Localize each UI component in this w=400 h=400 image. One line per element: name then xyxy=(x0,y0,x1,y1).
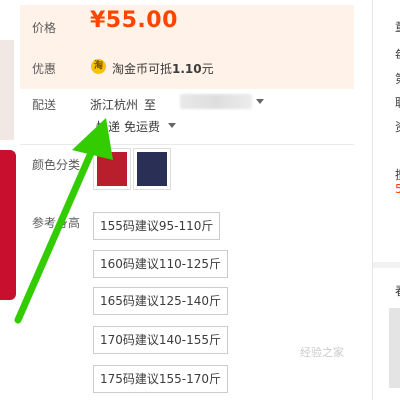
image-garment xyxy=(0,150,16,300)
panel-divider xyxy=(373,262,400,268)
divider xyxy=(20,144,354,145)
swatch-image xyxy=(97,152,127,186)
promo-suffix: 元 xyxy=(201,62,214,76)
shop-info-panel: 童 每 第 联 资 擅 5 春 xyxy=(372,0,400,400)
image-background xyxy=(0,40,14,140)
size-option[interactable]: 165码建议125-140斤 xyxy=(93,287,229,315)
shop-info-text: 第 xyxy=(395,70,400,87)
promo-prefix: 淘金币可抵 xyxy=(112,62,173,76)
shop-info-text: 擅 xyxy=(395,166,400,183)
shipping-label: 配送 xyxy=(32,98,57,112)
price-value: ¥55.00 xyxy=(90,8,178,33)
caret-down-icon[interactable] xyxy=(168,123,176,128)
color-swatch-red[interactable] xyxy=(93,148,131,190)
shop-info-text: 联 xyxy=(395,94,400,111)
product-image-edge xyxy=(0,0,18,300)
height-label: 参考身高 xyxy=(32,216,81,230)
shipping-method-select[interactable]: 快递 xyxy=(96,118,120,135)
price-label: 价格 xyxy=(32,21,57,35)
swatch-image xyxy=(137,152,167,186)
shop-info-text: 资 xyxy=(395,118,400,135)
taobao-coin-icon: 淘 xyxy=(91,59,106,74)
size-option[interactable]: 175码建议155-170斤 xyxy=(93,365,229,393)
color-label: 颜色分类 xyxy=(32,158,81,172)
size-option[interactable]: 160码建议110-125斤 xyxy=(93,250,229,278)
promo-amount: 1.10 xyxy=(172,62,202,76)
size-option[interactable]: 170码建议140-155斤 xyxy=(93,326,229,354)
size-option[interactable]: 155码建议95-110斤 xyxy=(93,212,221,240)
shop-info-text: 春 xyxy=(395,282,400,299)
watermark: 经验之家 xyxy=(300,346,344,359)
shipping-fee: 免运费 xyxy=(124,120,161,134)
shop-info-text: 5 xyxy=(395,182,400,196)
recommend-image[interactable] xyxy=(389,308,400,388)
shipping-to-label: 至 xyxy=(144,98,157,112)
shop-info-text: 每 xyxy=(395,46,400,63)
promo-label: 优惠 xyxy=(32,62,57,76)
color-swatch-navy[interactable] xyxy=(133,148,171,190)
shipping-origin: 浙江杭州 xyxy=(90,98,139,112)
destination-select[interactable] xyxy=(180,94,252,109)
promo-text: 淘金币可抵1.10元 xyxy=(112,60,214,77)
shop-info-text: 童 xyxy=(395,18,400,35)
caret-down-icon[interactable] xyxy=(256,99,264,104)
